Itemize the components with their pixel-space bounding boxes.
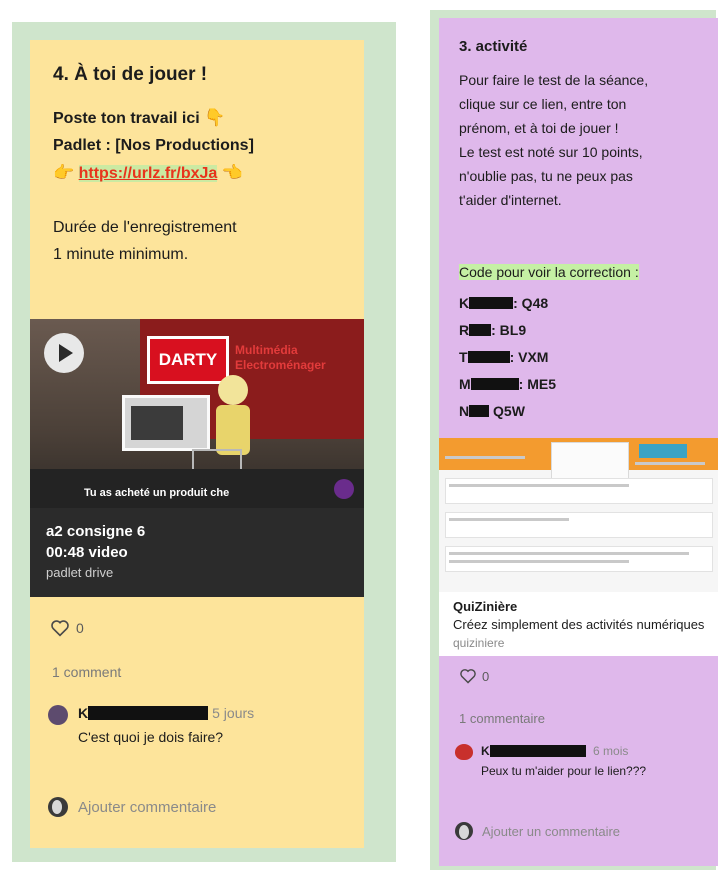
post-card-right[interactable]: 3. activité Pour faire le test de la séa… [439,18,718,866]
video-thumbnail[interactable]: DARTY Multimédia Electroménager Tu as ac… [30,319,364,508]
character-head [218,375,248,405]
codes-list: K: Q48 R: BL9 T: VXM M: ME5 N Q5W [459,290,556,425]
heart-icon [460,669,476,684]
post-line2: Padlet : [Nos Productions] [53,137,254,154]
store-subtitle: Multimédia Electroménager [235,343,326,372]
post-title: 3. activité [459,38,528,55]
comment-text: Peux tu m'aider pour le lien??? [481,764,647,778]
play-icon[interactable] [44,333,84,373]
add-comment-label: Ajouter un commentaire [482,823,621,839]
code-row: M: ME5 [459,376,557,392]
reactions-section: 0 1 comment K5 jours C'est quoi je dois … [30,597,364,848]
like-button[interactable]: 0 [459,668,489,684]
user-avatar [48,797,68,817]
video-info[interactable]: a2 consigne 6 00:48 video padlet drive [30,508,364,597]
preview-domain: quiziniere [453,636,505,650]
add-comment-label: Ajouter commentaire [78,798,217,816]
pointing-left-hand-icon: 👈 [221,163,243,182]
code-row: K: Q48 [459,295,549,311]
duration-line1: Durée de l'enregistrement [53,219,237,236]
preview-description: Créez simplement des activités numérique… [453,617,705,632]
like-count: 0 [76,620,84,636]
store-logo: DARTY [147,336,229,384]
add-comment-button[interactable]: Ajouter un commentaire [455,822,620,840]
pointing-down-hand-icon: 👇 [204,108,226,127]
link-preview-info[interactable]: QuiZinière Créez simplement des activité… [439,592,718,656]
codes-title: Code pour voir la correction : [459,264,639,280]
code-row: T: VXM [459,349,549,365]
comment-author: K5 jours [78,705,255,721]
preview-title: QuiZinière [453,599,518,614]
post-title: 4. À toi de jouer ! [53,64,208,85]
character-body [216,405,250,455]
link-preview-image[interactable] [439,438,718,592]
post-link[interactable]: https://urlz.fr/bxJa [78,165,218,182]
user-avatar [455,822,473,840]
comment-time: 5 jours [212,705,255,721]
redacted-name [88,706,209,720]
add-comment-button[interactable]: Ajouter commentaire [48,797,216,817]
microwave-illustration [122,395,210,451]
like-count: 0 [482,668,490,684]
comment-text: C'est quoi je dois faire? [78,729,224,745]
pointing-right-hand-icon: 👉 [53,163,75,182]
code-row: N Q5W [459,403,525,419]
avatar [455,744,473,760]
video-title: a2 consigne 6 [46,523,146,540]
comment-time: 6 mois [593,744,629,758]
like-button[interactable]: 0 [50,619,84,637]
duration-line2: 1 minute minimum. [53,246,189,263]
video-caption: Tu as acheté un produit che [84,487,230,499]
code-row: R: BL9 [459,322,527,338]
video-meta: 00:48 video [46,544,128,561]
avatar [48,705,68,725]
heart-icon [51,620,69,637]
channel-badge-icon [334,479,354,499]
post-line1: Poste ton travail ici [53,110,200,127]
post-card-left[interactable]: 4. À toi de jouer ! Poste ton travail ic… [30,40,364,848]
post-body: Pour faire le test de la séance, clique … [459,72,649,208]
post-body: Poste ton travail ici 👇 Padlet : [Nos Pr… [53,104,353,268]
comment-count[interactable]: 1 comment [52,664,121,680]
comment-count[interactable]: 1 commentaire [459,711,545,726]
video-source: padlet drive [46,565,114,580]
redacted-name [489,745,586,757]
comment-author: K 6 mois [481,744,629,758]
